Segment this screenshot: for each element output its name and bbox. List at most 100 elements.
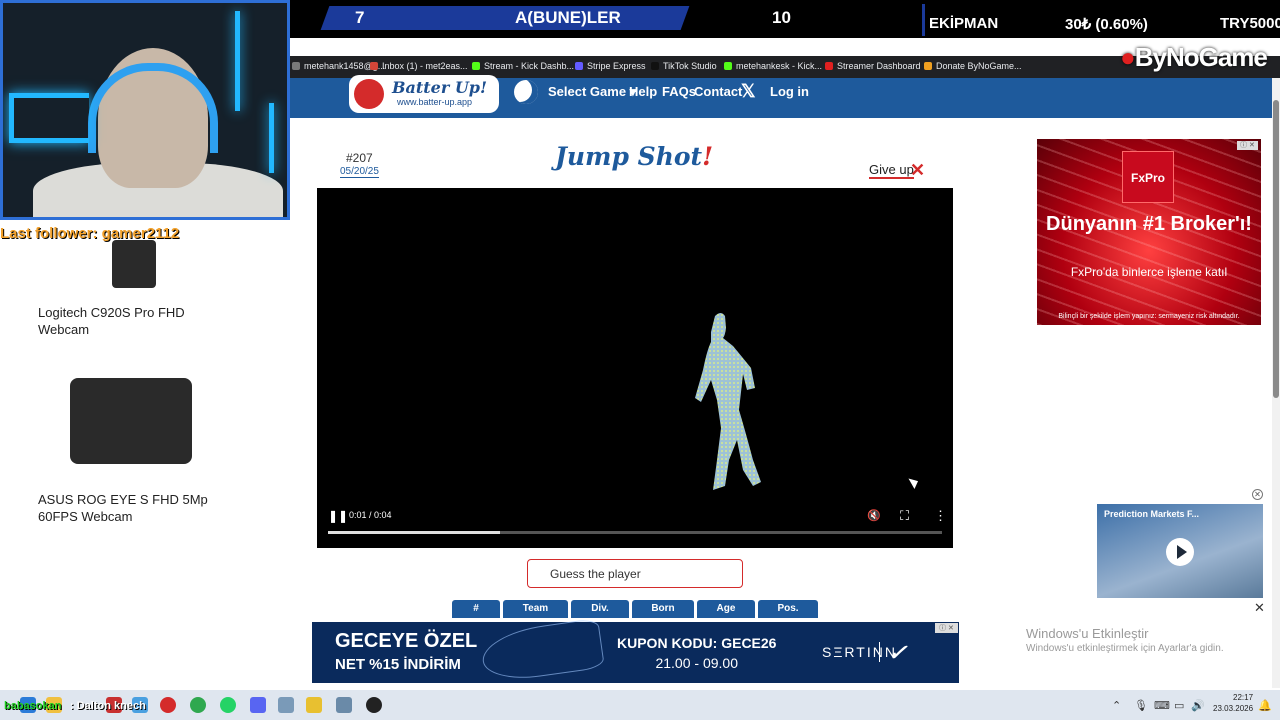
product-name[interactable]: Logitech C920S Pro FHD Webcam [38, 304, 228, 338]
video-player[interactable] [317, 188, 953, 548]
x-twitter-icon[interactable]: 𝕏 [741, 81, 756, 102]
puzzle-date[interactable]: 05/20/25 [340, 166, 379, 178]
bookmark-label: Stream - Kick Dashb... [484, 61, 575, 71]
bookmark-label: Donate ByNoGame... [936, 61, 1022, 71]
guess-player-input[interactable] [527, 559, 743, 588]
windows-activate-title: Windows'u Etkinleştir [1026, 626, 1149, 641]
neon-light [9, 93, 89, 143]
ad-coupon: KUPON KODU: GECE26 21.00 - 09.00 [617, 635, 777, 671]
nav-faqs[interactable]: FAQs [662, 84, 696, 99]
app-icon[interactable] [306, 697, 322, 713]
bookmark-item[interactable]: TikTok Studio [651, 61, 717, 71]
logo-url: www.batter-up.app [397, 97, 473, 107]
more-options-icon[interactable]: ⋮ [934, 508, 947, 524]
nav-login[interactable]: Log in [770, 84, 809, 99]
team-name: A(BUNE)LER [515, 8, 621, 27]
bookmark-label: metehankesk - Kick... [736, 61, 823, 71]
bookmark-label: Streamer Dashboard [837, 61, 921, 71]
sertinn-logo: SΞRTINN [822, 644, 897, 660]
whatsapp-icon[interactable] [220, 697, 236, 713]
chrome-icon[interactable] [190, 697, 206, 713]
ad-promo: GECEYE ÖZEL NET %15 İNDİRİM [335, 630, 478, 673]
ticker-right: TRY5000 [1220, 15, 1280, 32]
tray-expand-icon[interactable]: ⌃ [1112, 699, 1121, 712]
nav-help[interactable]: Help [629, 84, 657, 99]
fxpro-logo: FxPro [1122, 151, 1174, 203]
scrollbar-thumb[interactable] [1273, 100, 1279, 398]
ad-info-icon[interactable]: ⓘ ✕ [935, 623, 958, 633]
ad-body: FxPro'da binlerce işleme katıl [1070, 265, 1228, 279]
pause-icon[interactable]: ❚❚ [328, 509, 348, 523]
webcam-product-image[interactable] [112, 240, 156, 288]
opera-icon[interactable] [160, 697, 176, 713]
chat-username: babasokan [4, 700, 62, 712]
neon-light [235, 11, 240, 111]
bookmark-item[interactable]: Donate ByNoGame... [924, 61, 1022, 71]
network-icon[interactable]: ▭ [1174, 699, 1184, 712]
score-right: 10 [772, 8, 791, 27]
close-video-ad-icon[interactable]: ✕ [1252, 489, 1263, 500]
col-number: # [452, 600, 500, 618]
bookmark-label: TikTok Studio [663, 61, 717, 71]
kick-icon [472, 62, 480, 70]
dark-mode-toggle-icon[interactable] [514, 80, 538, 104]
settings-icon[interactable] [336, 697, 352, 713]
ad-headline: Dünyanın #1 Broker'ı! [1046, 213, 1252, 235]
streamer-webcam [0, 0, 290, 220]
dashboard-icon [825, 62, 833, 70]
divider [879, 642, 880, 662]
score-left: 7 [355, 8, 365, 27]
app-icon[interactable] [278, 697, 294, 713]
bookmark-item[interactable]: Inbox (1) - met2eas... [370, 61, 468, 71]
bookmark-item[interactable]: Streamer Dashboard [825, 61, 921, 71]
col-division: Div. [571, 600, 629, 618]
give-up-button[interactable]: Give up [869, 162, 914, 179]
baseball-icon [354, 79, 384, 109]
video-ad-title: Prediction Markets F... [1104, 509, 1200, 519]
col-age: Age [697, 600, 755, 618]
close-icon[interactable]: ✕ [1254, 600, 1265, 616]
bookmark-item[interactable]: metehankesk - Kick... [724, 61, 822, 71]
play-icon [1177, 545, 1187, 559]
col-position: Pos. [758, 600, 818, 618]
close-icon[interactable]: ✕ [910, 160, 925, 181]
bookmark-label: Stripe Express [587, 61, 646, 71]
game-title: Jump Shot! [555, 142, 714, 171]
nav-contact[interactable]: Contact [694, 84, 742, 99]
keyboard-icon[interactable]: ⌨ [1154, 699, 1170, 712]
fullscreen-icon[interactable]: ⛶ [900, 508, 909, 524]
kick-icon [724, 62, 732, 70]
ticker-label: EKİPMAN [929, 15, 999, 32]
logo-title: Batter Up! [392, 78, 488, 97]
donate-icon [924, 62, 932, 70]
neon-light [269, 103, 274, 173]
bynogame-logo: ●ByNoGame [1120, 42, 1268, 72]
system-clock[interactable]: 22:17 23.03.2026 [1213, 692, 1253, 714]
video-progress-fill [328, 531, 500, 534]
discord-icon[interactable] [250, 697, 266, 713]
chat-message: : Dalton knech [70, 700, 146, 712]
ad-info-icon[interactable]: ⓘ ✕ [1237, 141, 1258, 150]
col-born: Born [632, 600, 694, 618]
player-silhouette [695, 313, 761, 490]
bookmark-label: Inbox (1) - met2eas... [382, 61, 468, 71]
obs-icon[interactable] [366, 697, 382, 713]
bookmark-icon [292, 62, 300, 70]
tiktok-icon [651, 62, 659, 70]
bookmark-item[interactable]: Stripe Express [575, 61, 646, 71]
video-time: 0:01 / 0:04 [349, 510, 392, 520]
mute-icon[interactable]: 🔇 [867, 509, 881, 522]
webcam-product-image[interactable] [70, 378, 192, 464]
puzzle-number: #207 [346, 151, 373, 165]
product-name[interactable]: ASUS ROG EYE S FHD 5Mp 60FPS Webcam [38, 491, 228, 525]
microphone-icon[interactable]: 🎙 [1134, 699, 1148, 712]
scoreboard-banner [320, 6, 690, 30]
gmail-icon [370, 62, 378, 70]
notification-icon[interactable]: 🔔 [1258, 699, 1272, 712]
volume-icon[interactable]: 🔊 [1191, 699, 1205, 712]
goal-ticker: EKİPMAN 30₺ (0.60%) TRY5000 [922, 4, 1280, 36]
stripe-icon [575, 62, 583, 70]
bookmark-item[interactable]: Stream - Kick Dashb... [472, 61, 574, 71]
nav-select-game[interactable]: Select Game ▾ [548, 84, 636, 100]
col-team: Team [503, 600, 568, 618]
